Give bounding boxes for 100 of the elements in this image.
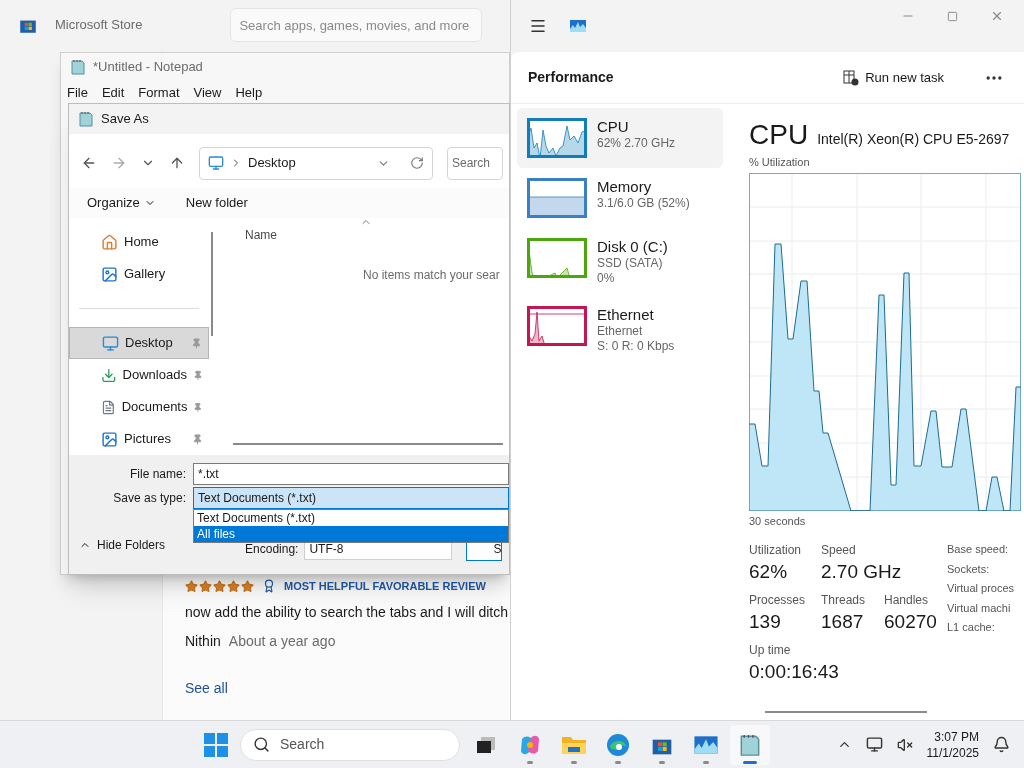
back-icon[interactable]: [81, 155, 97, 171]
resource-detail: 62% 2.70 GHz: [597, 136, 676, 151]
close-icon[interactable]: [990, 9, 1004, 23]
windows-logo-icon: [204, 732, 228, 757]
spec-label: Base speed:: [947, 542, 1010, 557]
organize-button[interactable]: Organize: [87, 193, 156, 213]
app-title: Microsoft Store: [55, 16, 143, 35]
review-author: Nithin: [185, 632, 221, 651]
dropdown-option[interactable]: All files: [194, 526, 508, 542]
resource-tab[interactable]: Disk 0 (C:) SSD (SATA) 0%: [517, 228, 723, 296]
pin-icon: [191, 337, 202, 349]
star-icon: [213, 579, 226, 593]
menu-item[interactable]: Help: [235, 83, 263, 103]
spec-label: Virtual machi: [947, 600, 1012, 616]
stat-value: 0:00:16:43: [749, 660, 839, 684]
spec-label: Virtual proces: [947, 581, 1015, 596]
image-icon: [101, 430, 118, 448]
stat-label: Up time: [749, 642, 792, 659]
app-indicator: [743, 760, 757, 764]
search-icon: [253, 736, 270, 753]
notifications-icon[interactable]: [993, 736, 1010, 753]
notepad-icon: [77, 110, 95, 128]
nav-item[interactable]: Downloads: [69, 359, 209, 391]
column-header[interactable]: Name: [245, 226, 277, 244]
new-folder-button[interactable]: New folder: [185, 193, 248, 213]
resource-detail: 3.1/6.0 GB (52%): [597, 196, 690, 211]
stat-value: 2.70 GHz: [821, 560, 902, 584]
file-type-select[interactable]: Text Documents (*.txt): [193, 487, 509, 509]
image-icon: [101, 265, 118, 283]
address-bar[interactable]: Desktop: [199, 146, 433, 180]
task-manager-icon: [569, 17, 587, 35]
volume-muted-icon[interactable]: [896, 736, 913, 753]
pin-icon: [192, 433, 203, 445]
app-indicator: [703, 760, 709, 764]
monitor-icon: [102, 334, 119, 352]
notepad-icon: [69, 58, 87, 76]
app-indicator: [527, 760, 533, 764]
stat-label: Processes: [749, 592, 807, 609]
menu-icon[interactable]: [529, 17, 547, 35]
nav-item[interactable]: Documents: [69, 391, 209, 423]
monitor-icon: [208, 155, 224, 171]
nav-item[interactable]: Home: [69, 226, 209, 258]
resource-tab[interactable]: Memory 3.1/6.0 GB (52%): [517, 168, 723, 228]
menu-item[interactable]: File: [67, 83, 88, 103]
empty-message: No items match your sear: [363, 267, 501, 284]
taskbar-search-field[interactable]: Search: [240, 728, 460, 761]
hide-folders-button[interactable]: Hide Folders: [79, 536, 166, 554]
resource-tab[interactable]: Ethernet Ethernet S: 0 R: 0 Kbps: [517, 296, 723, 364]
run-new-task-button[interactable]: Run new task: [843, 67, 944, 88]
spec-label: Sockets:: [947, 561, 991, 577]
resource-detail: S: 0 R: 0 Kbps: [597, 339, 675, 354]
stat-value: 60270: [884, 610, 938, 634]
resource-tab[interactable]: CPU 62% 2.70 GHz: [517, 108, 723, 168]
download-icon: [101, 366, 117, 384]
stat-value: 139: [749, 610, 782, 634]
stat-value: 1687: [821, 610, 865, 634]
stat-label: Handles: [884, 592, 930, 609]
resource-name: CPU: [597, 118, 630, 136]
clock[interactable]: 3:07 PM 11/1/2025: [926, 728, 979, 761]
menu-item[interactable]: Edit: [101, 83, 125, 103]
stat-label: Threads: [821, 592, 867, 609]
new-task-icon: [843, 69, 860, 86]
refresh-icon[interactable]: [410, 156, 424, 170]
field-label: Encoding:: [245, 541, 299, 558]
pin-icon: [192, 369, 203, 381]
resource-heading: CPU: [749, 118, 809, 152]
house-icon: [101, 233, 118, 251]
address-text: Desktop: [248, 154, 296, 173]
app-indicator: [571, 760, 577, 764]
up-icon[interactable]: [169, 155, 185, 171]
browser-icon: [606, 732, 630, 757]
search-placeholder: Search: [280, 735, 325, 754]
field-label: File name:: [128, 466, 186, 483]
award-icon: [262, 579, 276, 593]
search-field[interactable]: Search apps, games, movies, and more: [230, 8, 483, 42]
app-indicator: [659, 760, 665, 764]
graph-label: % Utilization: [749, 155, 811, 170]
see-all-link[interactable]: See all: [185, 678, 513, 699]
nav-item[interactable]: Gallery: [69, 258, 209, 290]
file-name-field[interactable]: *.txt: [193, 463, 509, 485]
star-icon: [185, 579, 198, 593]
window-title: *Untitled - Notepad: [93, 58, 203, 77]
clock-date: 11/1/2025: [926, 744, 979, 761]
review-label: MOST HELPFUL FAVORABLE REVIEW: [284, 578, 486, 594]
cpu-model: Intel(R) Xeon(R) CPU E5-2697: [817, 130, 1010, 149]
menu-item[interactable]: Format: [138, 83, 180, 103]
clock-time: 3:07 PM: [934, 728, 979, 745]
resource-name: Disk 0 (C:): [597, 238, 668, 256]
search-field[interactable]: Search: [447, 146, 503, 180]
network-icon[interactable]: [865, 736, 883, 753]
app-indicator: [615, 760, 621, 764]
field-label: Save as type:: [112, 490, 186, 507]
star-icon: [227, 579, 240, 593]
time-span-label: 30 seconds: [749, 513, 807, 529]
stat-label: Utilization: [749, 542, 803, 559]
stat-label: Speed: [821, 542, 857, 559]
menu-item[interactable]: View: [193, 83, 222, 103]
dialog-title: Save As: [101, 110, 149, 129]
nav-item[interactable]: Pictures: [69, 423, 209, 455]
nav-item[interactable]: Desktop: [69, 327, 209, 359]
